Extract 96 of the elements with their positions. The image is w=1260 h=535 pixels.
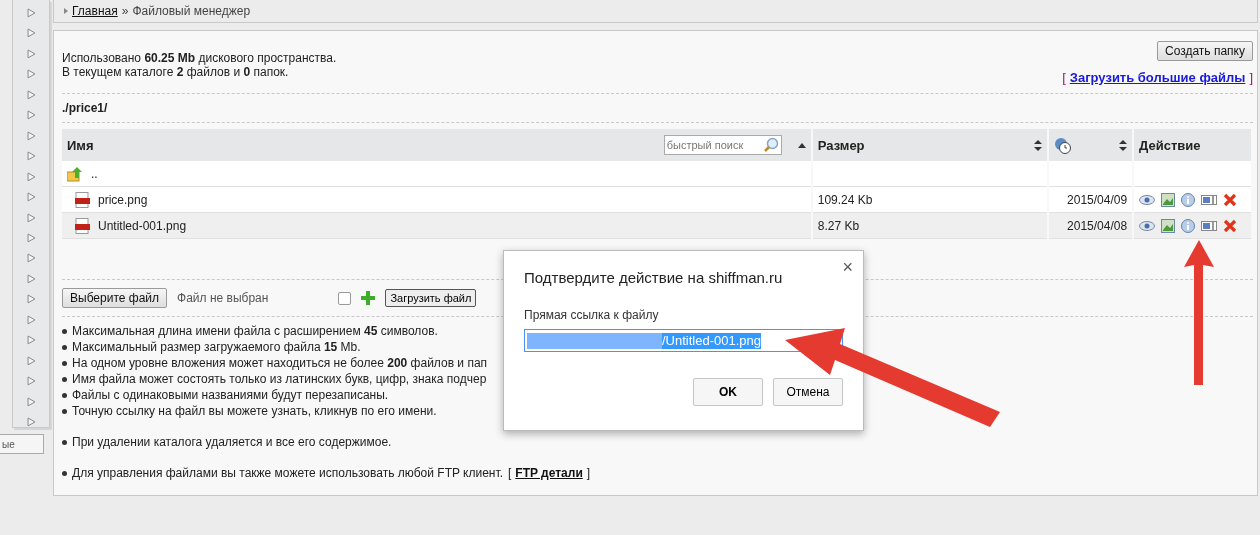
- triangle-icon[interactable]: [26, 273, 36, 284]
- choose-file-button[interactable]: Выберите файл: [62, 288, 168, 308]
- bullet-icon: [62, 470, 67, 476]
- bullet-icon: [62, 376, 67, 382]
- plus-icon[interactable]: [361, 291, 376, 305]
- triangle-icon[interactable]: [26, 110, 36, 121]
- dialog-title: Подтвердите действие на shiffman.ru: [524, 269, 784, 286]
- globe-clock-icon: [1054, 136, 1072, 154]
- search-icon[interactable]: [762, 137, 779, 153]
- bullet-icon: [62, 408, 67, 414]
- bracket: ]: [586, 465, 591, 481]
- eye-icon[interactable]: [1139, 194, 1156, 205]
- breadcrumb-current: Файловый менеджер: [132, 4, 251, 18]
- triangle-icon[interactable]: [26, 314, 36, 325]
- triangle-icon[interactable]: [26, 192, 36, 202]
- note-text: Точную ссылку на файл вы можете узнать, кликнув по его имени.: [72, 403, 437, 419]
- parent-folder-link[interactable]: ..: [91, 166, 98, 181]
- triangle-icon[interactable]: [26, 212, 36, 223]
- triangle-icon[interactable]: [26, 396, 36, 407]
- triangle-icon[interactable]: [26, 253, 36, 264]
- file-row[interactable]: price.png 109.24 Kb 2015/04/09: [62, 186, 1252, 213]
- eye-icon[interactable]: [1139, 220, 1156, 231]
- rename-icon[interactable]: [1201, 220, 1218, 231]
- bullet-icon: [62, 328, 67, 334]
- sort-icon[interactable]: [1034, 139, 1043, 151]
- bracket: [: [1062, 70, 1066, 85]
- note-text: Максимальная длина имени файла с расширением 45 символов.: [72, 323, 438, 339]
- ftp-details-link[interactable]: FTP детали: [515, 465, 583, 481]
- note-text: Файлы с одинаковыми названиями будут перезаписаны.: [72, 387, 389, 403]
- image-icon[interactable]: [1161, 192, 1176, 207]
- column-header-cell[interactable]: [1048, 129, 1134, 161]
- bracket: ]: [1249, 70, 1253, 85]
- image-icon[interactable]: [1161, 218, 1176, 233]
- info-icon[interactable]: [1181, 218, 1196, 233]
- note-text: Максимальный размер загружаемого файла 15 Mb.: [72, 339, 361, 355]
- triangle-icon[interactable]: [26, 69, 36, 80]
- column-header: Действие: [1139, 137, 1201, 153]
- usage-text: Использовано 60.25 Mb дискового пространства.: [62, 51, 337, 65]
- triangle-icon[interactable]: [26, 376, 36, 386]
- bullet-icon: [62, 392, 67, 398]
- bullet-icon: [62, 344, 67, 350]
- folder-stats-text: В текущем каталоге 2 файлов и 0 папок.: [62, 65, 290, 79]
- cancel-button[interactable]: Отмена: [773, 378, 843, 406]
- sort-icon[interactable]: [1119, 139, 1128, 151]
- triangle-icon[interactable]: [26, 294, 36, 305]
- checkbox[interactable]: [338, 291, 352, 305]
- chevron-icon: [64, 8, 68, 14]
- triangle-icon[interactable]: [26, 355, 36, 366]
- delete-icon[interactable]: [1223, 192, 1238, 207]
- quick-search-field[interactable]: быстрый поиск: [663, 135, 782, 155]
- file-name[interactable]: Untitled-001.png: [98, 218, 187, 233]
- triangle-icon[interactable]: [26, 335, 36, 346]
- column-header-cell[interactable]: Размер: [811, 129, 1049, 161]
- file-name[interactable]: price.png: [98, 192, 148, 207]
- file-status-text: Файл не выбран: [177, 291, 269, 305]
- bullet-icon: [62, 360, 67, 366]
- bullet-icon: [62, 439, 67, 445]
- note-text: Имя файла может состоять только из латинских букв, цифр, знака подчер: [72, 371, 487, 387]
- delete-icon[interactable]: [1223, 218, 1238, 233]
- file-icon: [75, 217, 90, 234]
- note-text: При удалении каталога удаляется и все его содержимое.: [72, 434, 392, 450]
- rename-icon[interactable]: [1201, 194, 1218, 205]
- file-icon: [75, 191, 90, 208]
- triangle-icon[interactable]: [26, 417, 36, 427]
- bracket: [: [507, 465, 512, 481]
- note-text: На одном уровне вложения может находиться не более 200 файлов и пап: [72, 355, 488, 371]
- note-text: Для управления файлами вы также можете использовать любой FTP клиент.: [72, 465, 503, 481]
- triangle-icon[interactable]: [26, 151, 36, 162]
- triangle-icon[interactable]: [26, 8, 36, 18]
- sidebar-tab[interactable]: ые: [0, 434, 44, 454]
- file-date: 2015/04/08: [1067, 218, 1128, 233]
- triangle-icon[interactable]: [26, 171, 36, 182]
- file-date: 2015/04/09: [1067, 192, 1128, 207]
- column-header[interactable]: Размер: [817, 137, 865, 153]
- triangle-icon[interactable]: [26, 48, 36, 59]
- sort-up-icon[interactable]: [797, 142, 806, 148]
- close-button[interactable]: ×: [842, 257, 853, 278]
- folder-up-icon[interactable]: [67, 165, 83, 182]
- file-size: 8.27 Kb: [817, 218, 860, 233]
- triangle-icon[interactable]: [26, 89, 36, 100]
- upload-file-button[interactable]: Загрузить файл: [385, 289, 477, 307]
- column-header[interactable]: Имя: [67, 137, 94, 153]
- ok-button[interactable]: OK: [693, 378, 763, 406]
- file-row[interactable]: Untitled-001.png 8.27 Kb 2015/04/08: [62, 212, 1252, 239]
- field-label: Прямая ссылка к файлу: [524, 308, 660, 322]
- column-header-cell[interactable]: Имя быстрый поиск: [62, 129, 812, 161]
- breadcrumb-separator: »: [121, 4, 129, 18]
- triangle-icon[interactable]: [26, 233, 36, 243]
- create-folder-button[interactable]: Создать папку: [1157, 41, 1253, 61]
- file-size: 109.24 Kb: [817, 192, 873, 207]
- home-link[interactable]: Главная: [72, 4, 118, 18]
- upload-large-files-link[interactable]: Загрузить большие файлы: [1069, 70, 1246, 85]
- info-icon[interactable]: [1181, 192, 1196, 207]
- triangle-icon[interactable]: [26, 130, 36, 141]
- triangle-icon[interactable]: [26, 28, 36, 39]
- current-path: ./price1/: [62, 100, 109, 117]
